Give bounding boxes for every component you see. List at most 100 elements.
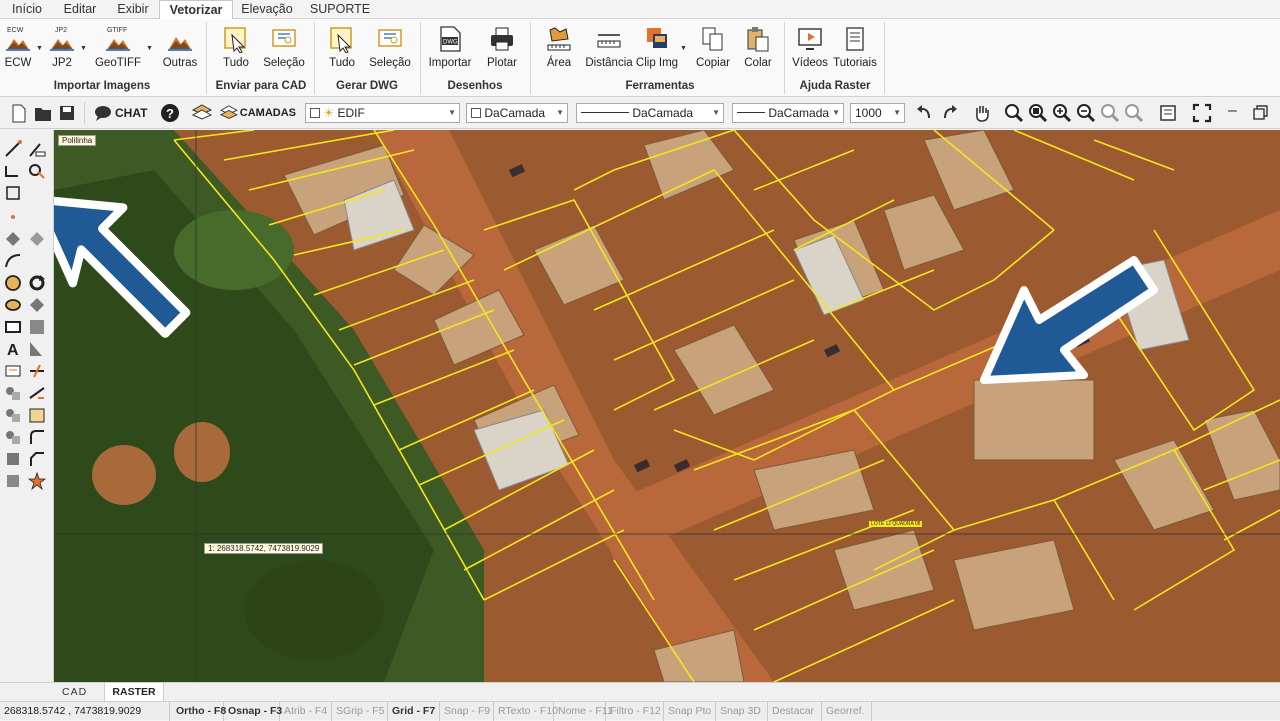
- fill-tool-icon[interactable]: [28, 296, 46, 314]
- redo-icon[interactable]: [940, 102, 960, 124]
- copiar-button[interactable]: Copiar: [694, 25, 732, 75]
- restore-window-icon[interactable]: [1252, 102, 1268, 124]
- clip-img-dropdown-icon[interactable]: ▼: [680, 45, 687, 52]
- fullscreen-icon[interactable]: [1192, 102, 1212, 124]
- color-select[interactable]: DaCamada ▼: [466, 103, 568, 123]
- help-icon[interactable]: ?: [160, 102, 180, 124]
- tab-editar[interactable]: Editar: [54, 0, 106, 19]
- drawing-canvas[interactable]: Polilinha 1: 268318.5742, 7473819.9029 L…: [54, 130, 1280, 682]
- linetype-select[interactable]: DaCamada ▼: [576, 103, 724, 123]
- pan-hand-icon[interactable]: [972, 102, 992, 124]
- fillet-tool-icon[interactable]: [28, 428, 46, 446]
- save-icon[interactable]: [58, 102, 76, 124]
- rectangle-tool-icon[interactable]: [4, 184, 22, 202]
- chamfer-tool-icon[interactable]: [28, 450, 46, 468]
- tab-suporte[interactable]: SUPORTE: [304, 0, 376, 19]
- jp2-dropdown-icon[interactable]: ▼: [80, 45, 87, 52]
- explode-tool-icon[interactable]: [4, 450, 22, 468]
- chat-button[interactable]: CHAT: [94, 102, 148, 124]
- group-tool-icon[interactable]: [4, 428, 22, 446]
- status-toggle-osnap[interactable]: Osnap - F3: [224, 702, 282, 721]
- zoom-window-icon[interactable]: [1004, 102, 1024, 124]
- point-tool-icon[interactable]: [4, 208, 22, 226]
- area-button[interactable]: Área: [540, 25, 578, 75]
- tab-vetorizar[interactable]: Vetorizar: [159, 0, 233, 20]
- insert-tool-icon[interactable]: [4, 406, 22, 424]
- node-tool-icon[interactable]: [4, 230, 22, 248]
- plotar-button[interactable]: Plotar: [484, 25, 520, 75]
- zoom-extents-icon[interactable]: [1028, 102, 1048, 124]
- gerar-selecao-button[interactable]: Seleção: [368, 25, 412, 75]
- circle-tool-icon[interactable]: [4, 274, 22, 292]
- block-tool-icon[interactable]: [4, 384, 22, 402]
- gerar-tudo-button[interactable]: Tudo: [322, 25, 362, 75]
- enviar-tudo-button[interactable]: Tudo: [216, 25, 256, 75]
- layer-select[interactable]: ☀ EDIF ▼: [305, 103, 460, 123]
- distancia-button[interactable]: Distância: [584, 25, 634, 75]
- tab-inicio[interactable]: Início: [4, 0, 50, 19]
- undo-icon[interactable]: [914, 102, 934, 124]
- tab-exibir[interactable]: Exibir: [110, 0, 156, 19]
- import-ecw-button[interactable]: ECW ECW: [2, 25, 34, 75]
- enviar-selecao-button[interactable]: Seleção: [262, 25, 306, 75]
- ellipse-tool-icon[interactable]: [4, 296, 22, 314]
- scale-select[interactable]: 1000 ▼: [850, 103, 905, 123]
- measure-tool-icon[interactable]: [28, 140, 46, 158]
- status-toggle-snap[interactable]: Snap 3D: [716, 702, 768, 721]
- zoom-realtime-icon[interactable]: [1124, 102, 1144, 124]
- import-outras-button[interactable]: Outras: [160, 25, 200, 75]
- status-toggle-sgrip[interactable]: SGrip - F5: [332, 702, 388, 721]
- status-toggle-georref[interactable]: Georref.: [822, 702, 872, 721]
- status-toggle-snap[interactable]: Snap Pto: [664, 702, 716, 721]
- ecw-dropdown-icon[interactable]: ▼: [36, 45, 43, 52]
- status-toggle-ortho[interactable]: Ortho - F8: [172, 702, 226, 721]
- polyline-tool-icon[interactable]: [4, 162, 22, 180]
- explode-star-icon[interactable]: [28, 472, 46, 490]
- rotate-tool-icon[interactable]: [28, 274, 46, 292]
- rect2-tool-icon[interactable]: [4, 318, 22, 336]
- folder-tool-icon[interactable]: [28, 406, 46, 424]
- stretch-tool-icon[interactable]: [28, 162, 46, 180]
- colar-button[interactable]: Colar: [740, 25, 776, 75]
- geotiff-dropdown-icon[interactable]: ▼: [146, 45, 153, 52]
- text-tool-icon[interactable]: A: [4, 340, 22, 358]
- status-toggle-nome[interactable]: Nome - F11: [554, 702, 613, 721]
- status-toggle-rtexto[interactable]: RTexto - F10: [494, 702, 558, 721]
- import-geotiff-button[interactable]: GTIFF GeoTIFF: [92, 25, 144, 75]
- import-jp2-button[interactable]: JP2 JP2: [46, 25, 78, 75]
- node2-tool-icon[interactable]: [28, 230, 46, 248]
- other-image-icon: [168, 37, 192, 51]
- importar-desenho-button[interactable]: DWG Importar: [426, 25, 474, 75]
- status-toggle-filtro[interactable]: Filtro - F12: [606, 702, 664, 721]
- edit-text-tool-icon[interactable]: [4, 362, 22, 380]
- zoom-out-icon[interactable]: [1076, 102, 1096, 124]
- layers-stack-icon: [220, 105, 238, 119]
- lineweight-select[interactable]: DaCamada ▼: [732, 103, 844, 123]
- properties-icon[interactable]: [1158, 102, 1178, 124]
- trim-tool-icon[interactable]: [28, 362, 46, 380]
- tab-cad[interactable]: CAD: [62, 683, 102, 702]
- videos-button[interactable]: Vídeos: [790, 25, 830, 75]
- hatch-tool-icon[interactable]: [28, 318, 46, 336]
- tutoriais-button[interactable]: Tutoriais: [832, 25, 878, 75]
- line-tool-icon[interactable]: [4, 140, 22, 158]
- import-outras-label: Outras: [162, 57, 198, 69]
- camadas-button[interactable]: CAMADAS: [220, 102, 296, 124]
- new-file-icon[interactable]: [10, 102, 28, 124]
- extend-tool-icon[interactable]: [28, 384, 46, 402]
- status-toggle-snap[interactable]: Snap - F9: [440, 702, 494, 721]
- array-tool-icon[interactable]: [4, 472, 22, 490]
- minimize-icon[interactable]: –: [1228, 102, 1240, 124]
- layers-icon[interactable]: [192, 102, 212, 124]
- status-toggle-atrib[interactable]: Atrib - F4: [280, 702, 332, 721]
- zoom-previous-icon[interactable]: [1100, 102, 1120, 124]
- tab-elevacao[interactable]: Elevação: [236, 0, 298, 19]
- shape-tool-icon[interactable]: [28, 340, 46, 358]
- clip-img-button[interactable]: Clip Img: [634, 25, 680, 75]
- zoom-in-icon[interactable]: [1052, 102, 1072, 124]
- arc-tool-icon[interactable]: [4, 252, 22, 270]
- open-folder-icon[interactable]: [33, 102, 53, 124]
- status-toggle-grid[interactable]: Grid - F7: [388, 702, 440, 721]
- status-toggle-destacar[interactable]: Destacar: [768, 702, 822, 721]
- tab-raster[interactable]: RASTER: [104, 683, 164, 702]
